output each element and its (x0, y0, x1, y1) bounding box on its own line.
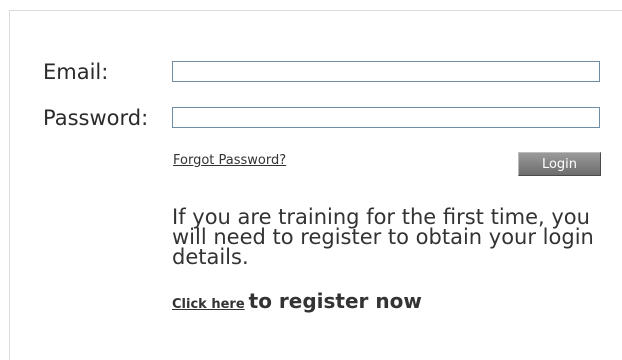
login-panel: Email: Password: Forgot Password? Login … (9, 10, 622, 360)
register-line: Click here to register now (172, 289, 422, 313)
click-here-link[interactable]: Click here (172, 297, 245, 312)
registration-message: If you are training for the first time, … (172, 205, 594, 269)
forgot-password-link[interactable]: Forgot Password? (173, 153, 286, 168)
password-input[interactable] (172, 107, 600, 128)
email-label: Email: (43, 60, 109, 84)
password-label: Password: (43, 106, 149, 130)
register-now-text: to register now (248, 289, 422, 313)
login-button[interactable]: Login (518, 152, 601, 176)
email-input[interactable] (172, 61, 600, 82)
